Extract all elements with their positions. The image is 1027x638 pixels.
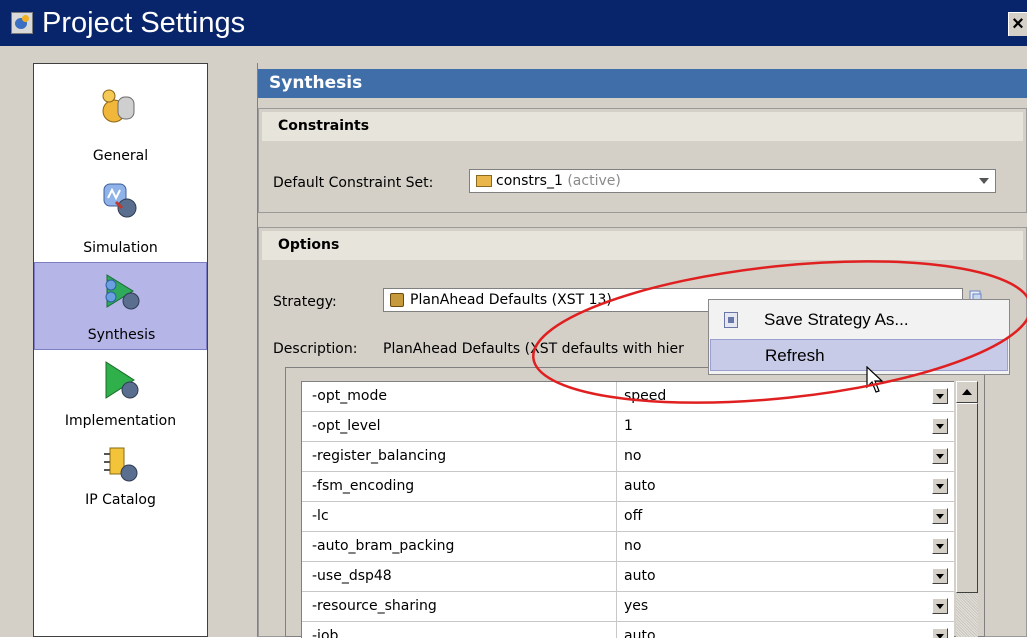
menu-item-label: Refresh bbox=[765, 346, 825, 365]
general-settings-icon bbox=[102, 89, 135, 123]
options-table: -opt_mode speed -opt_level 1 -register_b… bbox=[301, 381, 954, 638]
table-row[interactable]: -fsm_encoding auto bbox=[302, 472, 954, 502]
option-name: -fsm_encoding bbox=[312, 478, 415, 494]
constraint-set-value: constrs_1 bbox=[496, 173, 563, 189]
default-constraint-set-label: Default Constraint Set: bbox=[273, 175, 434, 191]
category-label: Implementation bbox=[64, 413, 177, 429]
synthesis-icon bbox=[105, 274, 140, 310]
folder-icon bbox=[476, 175, 492, 187]
table-row[interactable]: -opt_level 1 bbox=[302, 412, 954, 442]
category-implementation[interactable]: Implementation bbox=[34, 354, 207, 444]
constraint-set-active: (active) bbox=[567, 173, 621, 189]
constraints-header: Constraints bbox=[262, 112, 1023, 141]
option-value: auto bbox=[624, 628, 656, 638]
option-value: 1 bbox=[624, 418, 633, 434]
title-bar: Project Settings × bbox=[0, 0, 1027, 46]
options-header: Options bbox=[262, 231, 1023, 260]
menu-item-label: Save Strategy As... bbox=[764, 310, 909, 329]
menu-item-save-strategy-as[interactable]: Save Strategy As... bbox=[710, 304, 1008, 336]
ip-catalog-icon bbox=[104, 447, 138, 482]
scroll-up-button[interactable] bbox=[956, 381, 978, 403]
option-dropdown-button[interactable] bbox=[932, 598, 948, 614]
save-strategy-icon bbox=[724, 312, 738, 328]
table-row[interactable]: -opt_mode speed bbox=[302, 382, 954, 412]
panel-title: Synthesis bbox=[258, 69, 1027, 98]
option-dropdown-button[interactable] bbox=[932, 388, 948, 404]
option-name: -opt_mode bbox=[312, 388, 387, 404]
option-value: yes bbox=[624, 598, 649, 614]
category-list: General Simulation Synthesis Implementat… bbox=[33, 63, 208, 637]
strategy-icon bbox=[390, 293, 404, 307]
table-row[interactable]: -lc off bbox=[302, 502, 954, 532]
option-value: no bbox=[624, 448, 642, 464]
strategy-context-menu: Save Strategy As... Refresh bbox=[708, 299, 1010, 375]
option-name: -resource_sharing bbox=[312, 598, 437, 614]
option-value: no bbox=[624, 538, 642, 554]
window-title: Project Settings bbox=[42, 7, 246, 39]
default-constraint-set-select[interactable]: constrs_1 (active) bbox=[469, 169, 996, 193]
option-dropdown-button[interactable] bbox=[932, 478, 948, 494]
strategy-label: Strategy: bbox=[273, 294, 337, 310]
option-dropdown-button[interactable] bbox=[932, 448, 948, 464]
category-label: Simulation bbox=[83, 240, 158, 256]
description-value: PlanAhead Defaults (XST defaults with hi… bbox=[383, 341, 684, 357]
category-synthesis[interactable]: Synthesis bbox=[34, 262, 207, 350]
menu-item-refresh[interactable]: Refresh bbox=[710, 339, 1008, 371]
table-row[interactable]: -resource_sharing yes bbox=[302, 592, 954, 622]
app-icon bbox=[11, 12, 33, 34]
chevron-down-icon bbox=[979, 178, 989, 184]
strategy-value: PlanAhead Defaults (XST 13) bbox=[410, 292, 612, 308]
table-row[interactable]: -use_dsp48 auto bbox=[302, 562, 954, 592]
simulation-icon bbox=[103, 183, 137, 218]
mouse-cursor-icon bbox=[866, 366, 884, 393]
implementation-icon bbox=[105, 361, 139, 399]
option-name: -auto_bram_packing bbox=[312, 538, 455, 554]
option-dropdown-button[interactable] bbox=[932, 568, 948, 584]
scroll-thumb[interactable] bbox=[956, 403, 978, 593]
category-label: General bbox=[92, 148, 149, 164]
option-value: auto bbox=[624, 568, 656, 584]
description-label: Description: bbox=[273, 341, 358, 357]
option-dropdown-button[interactable] bbox=[932, 418, 948, 434]
option-name: -use_dsp48 bbox=[312, 568, 392, 584]
category-ip-catalog[interactable]: IP Catalog bbox=[34, 444, 207, 524]
table-row[interactable]: -iob auto bbox=[302, 622, 954, 638]
table-row[interactable]: -auto_bram_packing no bbox=[302, 532, 954, 562]
category-label: Synthesis bbox=[87, 327, 156, 343]
table-row[interactable]: -register_balancing no bbox=[302, 442, 954, 472]
option-name: -opt_level bbox=[312, 418, 381, 434]
option-value: speed bbox=[624, 388, 667, 404]
option-value: auto bbox=[624, 478, 656, 494]
close-button[interactable]: × bbox=[1008, 12, 1027, 36]
option-name: -iob bbox=[312, 628, 339, 638]
category-label: IP Catalog bbox=[85, 492, 156, 508]
option-dropdown-button[interactable] bbox=[932, 538, 948, 554]
option-name: -register_balancing bbox=[312, 448, 447, 464]
category-general[interactable]: General bbox=[34, 64, 207, 184]
constraints-section: Constraints bbox=[258, 108, 1027, 213]
option-value: off bbox=[624, 508, 643, 524]
category-simulation[interactable]: Simulation bbox=[34, 174, 207, 264]
option-name: -lc bbox=[312, 508, 329, 524]
option-dropdown-button[interactable] bbox=[932, 508, 948, 524]
table-scrollbar[interactable] bbox=[956, 381, 978, 637]
